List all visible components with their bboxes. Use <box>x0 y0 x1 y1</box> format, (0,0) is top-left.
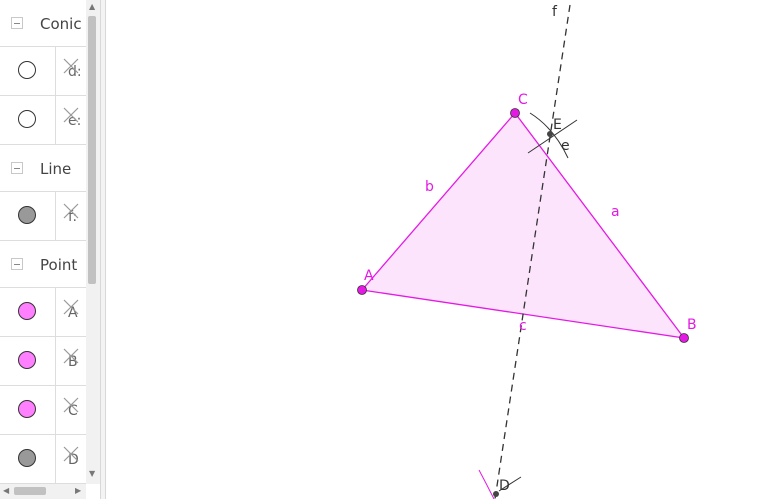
delete-x-icon[interactable] <box>62 445 80 463</box>
delete-x-icon[interactable] <box>62 347 80 365</box>
label-conic-e: e <box>561 138 570 154</box>
visibility-toggle[interactable] <box>0 386 56 434</box>
visibility-dot-icon[interactable] <box>18 110 36 128</box>
label-segment-b: b <box>425 179 434 195</box>
horizontal-scrollbar-thumb[interactable] <box>14 487 46 495</box>
visibility-dot-icon[interactable] <box>18 400 36 418</box>
algebra-item[interactable]: B <box>0 337 86 386</box>
label-line-f: f <box>552 4 558 20</box>
graphics-view[interactable]: A B C E D a b c f e <box>106 0 776 499</box>
point-b[interactable] <box>679 333 689 343</box>
group-title: Conic <box>40 15 82 33</box>
label-segment-a: a <box>611 204 620 220</box>
visibility-toggle[interactable] <box>0 435 56 483</box>
group-header-0[interactable]: Conic <box>0 0 86 47</box>
label-c: C <box>518 92 528 108</box>
algebra-view: Conic d: e: Line f: Point A B C D <box>0 0 100 499</box>
group-header-1[interactable]: Line <box>0 145 86 192</box>
group-title: Point <box>40 256 78 274</box>
delete-x-icon[interactable] <box>62 106 80 124</box>
label-d: D <box>499 478 510 494</box>
visibility-toggle[interactable] <box>0 337 56 385</box>
scroll-left-arrow-icon[interactable]: ◀ <box>3 487 9 495</box>
visibility-dot-icon[interactable] <box>18 61 36 79</box>
group-title: Line <box>40 160 72 178</box>
visibility-toggle[interactable] <box>0 47 56 95</box>
label-a: A <box>364 268 374 284</box>
algebra-item[interactable]: e: <box>0 96 86 145</box>
algebra-item[interactable]: D <box>0 435 86 484</box>
scroll-up-arrow-icon[interactable]: ▲ <box>89 3 95 11</box>
algebra-item[interactable]: f: <box>0 192 86 241</box>
visibility-dot-icon[interactable] <box>18 206 36 224</box>
arc-d-2[interactable] <box>478 469 495 499</box>
group-header-2[interactable]: Point <box>0 241 86 288</box>
visibility-toggle[interactable] <box>0 96 56 144</box>
visibility-toggle[interactable] <box>0 192 56 240</box>
vertical-scrollbar-thumb[interactable] <box>88 16 96 284</box>
visibility-dot-icon[interactable] <box>18 449 36 467</box>
collapse-toggle-icon[interactable] <box>11 258 23 270</box>
scroll-down-arrow-icon[interactable]: ▼ <box>89 470 95 478</box>
point-c[interactable] <box>510 108 520 118</box>
delete-x-icon[interactable] <box>62 298 80 316</box>
algebra-item[interactable]: A <box>0 288 86 337</box>
visibility-dot-icon[interactable] <box>18 302 36 320</box>
visibility-dot-icon[interactable] <box>18 351 36 369</box>
visibility-toggle[interactable] <box>0 288 56 336</box>
delete-x-icon[interactable] <box>62 57 80 75</box>
triangle-polygon[interactable] <box>362 113 684 338</box>
label-b: B <box>687 317 697 333</box>
algebra-item[interactable]: C <box>0 386 86 435</box>
delete-x-icon[interactable] <box>62 202 80 220</box>
point-a[interactable] <box>357 285 367 295</box>
collapse-toggle-icon[interactable] <box>11 17 23 29</box>
label-segment-c: c <box>519 318 527 334</box>
scroll-right-arrow-icon[interactable]: ▶ <box>75 487 81 495</box>
label-e: E <box>553 117 562 133</box>
delete-x-icon[interactable] <box>62 396 80 414</box>
collapse-toggle-icon[interactable] <box>11 162 23 174</box>
algebra-item[interactable]: d: <box>0 47 86 96</box>
